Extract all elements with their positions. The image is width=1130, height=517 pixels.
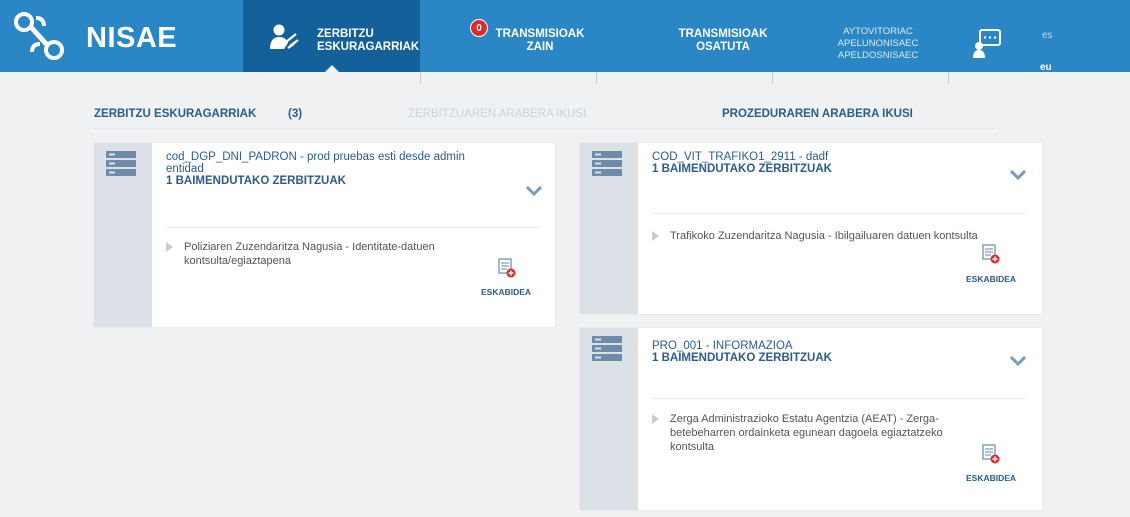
card-sidebar (580, 143, 638, 314)
nav-divider (420, 72, 421, 84)
eskabidea-button[interactable]: ESKABIDEA (966, 473, 1016, 483)
request-doc-icon[interactable] (982, 244, 1000, 264)
card-title[interactable]: PRO_001 - INFORMAZIOA 1 BAIMENDUTAKO ZER… (652, 340, 832, 364)
card-title-line2: entidad (166, 163, 204, 175)
nav-divider (948, 72, 949, 84)
user-line3: APELDOSNISAEC (837, 50, 919, 61)
service-item-line1: Trafikoko Zuzendaritza Nagusia - Ibilgai… (670, 230, 978, 242)
service-card: PRO_001 - INFORMAZIOA 1 BAIMENDUTAKO ZER… (580, 328, 1042, 510)
service-item-line1: Poliziaren Zuzendaritza Nagusia - Identi… (184, 241, 435, 253)
nav-zain-line1: TRANSMISIOAK (495, 28, 585, 40)
subheader-divider (94, 128, 994, 129)
service-card: COD_VIT_TRAFIKO1_2911 - dadf 1 BAIMENDUT… (580, 143, 1042, 314)
top-bar: NISAE ZERBITZU ESKURAGARRIAK 0 TRANSMISI… (0, 0, 1130, 73)
nav-osatuta-line2: OSATUTA (696, 41, 750, 53)
card-title[interactable]: cod_DGP_DNI_PADRON - prod pruebas esti d… (166, 151, 465, 187)
service-item-line2: betebeharren ordainketa egunean dagoela … (670, 427, 943, 439)
eskabidea-button[interactable]: ESKABIDEA (481, 287, 531, 297)
nav-osatuta-line1: TRANSMISIOAK (678, 28, 768, 40)
card-sidebar (94, 143, 152, 327)
chevron-down-icon[interactable] (1010, 170, 1026, 180)
service-item[interactable]: Poliziaren Zuzendaritza Nagusia - Identi… (166, 240, 486, 268)
nav-transmisioak-osatuta[interactable]: TRANSMISIOAK OSATUTA (668, 28, 778, 54)
services-count: (3) (288, 108, 303, 120)
nav-active-line2: ESKURAGARRIAK (317, 41, 420, 53)
pending-badge: 0 (470, 19, 488, 37)
card-divider (652, 213, 1026, 214)
bullet-triangle-icon (166, 242, 173, 252)
app-name[interactable]: NISAE (86, 22, 177, 55)
nav-zerbitzu-eskuragarriak[interactable]: ZERBITZU ESKURAGARRIAK (243, 0, 420, 73)
card-divider (652, 398, 1026, 399)
service-item-line1: Zerga Administrazioko Estatu Agentzia (A… (670, 413, 939, 425)
view-by-service-link[interactable]: ZERBITZUAREN ARABERA IKUSI (408, 108, 586, 120)
card-title-line1: PRO_001 - INFORMAZIOA (652, 340, 793, 352)
logo-icon (14, 12, 64, 60)
list-icon (592, 151, 622, 176)
bullet-triangle-icon (652, 414, 659, 424)
service-item[interactable]: Zerga Administrazioko Estatu Agentzia (A… (652, 412, 992, 454)
bullet-triangle-icon (652, 231, 659, 241)
card-title-line1: COD_VIT_TRAFIKO1_2911 - dadf (652, 151, 829, 163)
service-card: cod_DGP_DNI_PADRON - prod pruebas esti d… (94, 143, 555, 327)
chevron-down-icon[interactable] (1010, 356, 1026, 366)
card-sidebar (580, 328, 638, 510)
card-title-line1: cod_DGP_DNI_PADRON - prod pruebas esti d… (166, 151, 465, 163)
lang-es[interactable]: es (1042, 30, 1053, 41)
nav-transmisioak-zain[interactable]: TRANSMISIOAK ZAIN (490, 28, 590, 54)
service-item[interactable]: Trafikoko Zuzendaritza Nagusia - Ibilgai… (652, 229, 1032, 243)
nav-active-line1: ZERBITZU (317, 28, 374, 40)
card-subtitle: 1 BAIMENDUTAKO ZERBITZUAK (166, 175, 346, 187)
lang-eu[interactable]: eu (1040, 62, 1052, 73)
service-item-line3: kontsulta (670, 441, 715, 453)
chevron-down-icon[interactable] (526, 186, 542, 196)
card-title[interactable]: COD_VIT_TRAFIKO1_2911 - dadf 1 BAIMENDUT… (652, 151, 832, 175)
active-caret (324, 65, 340, 73)
user-line2: APELUNONISAEC (837, 38, 919, 49)
services-user-icon (270, 24, 299, 49)
request-doc-icon[interactable] (498, 258, 516, 278)
service-item-line2: kontsulta/egiaztapena (184, 255, 292, 267)
list-icon (106, 151, 136, 176)
card-subtitle: 1 BAIMENDUTAKO ZERBITZUAK (652, 352, 832, 364)
page-title: ZERBITZU ESKURAGARRIAK (94, 108, 257, 120)
eskabidea-button[interactable]: ESKABIDEA (966, 274, 1016, 284)
user-line1: AYTOVITORIAC (843, 26, 913, 37)
nav-divider (596, 72, 597, 84)
user-info[interactable]: AYTOVITORIAC APELUNONISAEC APELDOSNISAEC (818, 26, 938, 62)
list-icon (592, 336, 622, 361)
card-subtitle: 1 BAIMENDUTAKO ZERBITZUAK (652, 163, 832, 175)
card-divider (166, 227, 540, 228)
request-doc-icon[interactable] (982, 444, 1000, 464)
nav-zain-line2: ZAIN (526, 41, 554, 53)
view-by-procedure-link[interactable]: PROZEDURAREN ARABERA IKUSI (722, 108, 913, 120)
chat-support-icon[interactable] (972, 28, 1002, 58)
nav-divider (772, 72, 773, 84)
